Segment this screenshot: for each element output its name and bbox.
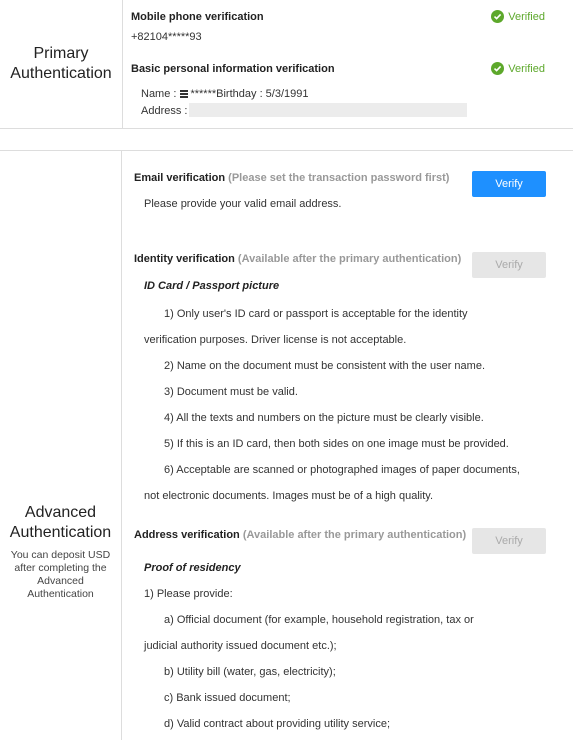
address-item-a: a) Official document (for example, house…	[164, 614, 474, 626]
address-verification-title: Address verification	[134, 529, 240, 541]
identity-verify-button[interactable]: Verify	[472, 252, 546, 278]
address-verification-note: (Available after the primary authenticat…	[242, 529, 467, 541]
address-label: Address :	[141, 105, 188, 117]
identity-verification-title: Identity verification	[134, 253, 235, 265]
primary-authentication-section: Primary Authentication Mobile phone veri…	[0, 0, 573, 129]
address-verify-button[interactable]: Verify	[472, 528, 546, 554]
mobile-verified-text: Verified	[508, 10, 545, 23]
mobile-verified-badge: Verified	[491, 10, 545, 23]
email-verify-button[interactable]: Verify	[472, 171, 546, 197]
primary-authentication-content: Mobile phone verification Verified +8210…	[123, 0, 573, 128]
email-verification-heading: Email verification (Please set the trans…	[134, 172, 449, 184]
basic-info-title: Basic personal information verification	[131, 63, 335, 75]
email-desc: Please provide your valid email address.	[144, 198, 342, 210]
advanced-subtitle: You can deposit USD after completing the…	[10, 549, 111, 600]
address-item-d: d) Valid contract about providing utilit…	[164, 718, 391, 730]
address-item-a2: judicial authority issued document etc.)…	[144, 640, 337, 652]
identity-item-2: 2) Name on the document must be consiste…	[164, 360, 485, 372]
email-verification-title: Email verification	[134, 172, 226, 184]
address-item-c: c) Bank issued document;	[164, 692, 291, 704]
identity-item-1b: verification purposes. Driver license is…	[144, 334, 407, 346]
identity-verification-note: (Available after the primary authenticat…	[237, 253, 462, 265]
address-item-b: b) Utility bill (water, gas, electricity…	[164, 666, 336, 678]
identity-item-6b: not electronic documents. Images must be…	[144, 490, 434, 502]
name-masked: ******	[190, 88, 217, 100]
mobile-number: +82104*****93	[131, 31, 202, 43]
basic-verified-badge: Verified	[491, 62, 545, 75]
advanced-authentication-content: Email verification (Please set the trans…	[123, 151, 573, 740]
primary-authentication-label: Primary Authentication	[0, 0, 123, 128]
address-item-1: 1) Please provide:	[144, 588, 233, 600]
primary-title-line1: Primary	[33, 45, 89, 62]
identity-item-6: 6) Acceptable are scanned or photographe…	[164, 464, 520, 476]
birthday-text: Birthday : 5/3/1991	[216, 88, 309, 100]
mobile-verification-title: Mobile phone verification	[131, 11, 264, 23]
identity-item-4: 4) All the texts and numbers on the pict…	[164, 412, 484, 424]
check-circle-icon	[491, 10, 505, 23]
advanced-title-line2: Authentication	[9, 524, 112, 541]
identity-verification-heading: Identity verification (Available after t…	[134, 253, 461, 265]
advanced-authentication-section: Advanced Authentication You can deposit …	[0, 150, 573, 740]
identity-item-3: 3) Document must be valid.	[164, 386, 298, 398]
basic-verified-text: Verified	[508, 62, 545, 75]
email-verification-note: (Please set the transaction password fir…	[228, 172, 450, 184]
advanced-title-line1: Advanced	[24, 504, 97, 521]
primary-title-line2: Authentication	[10, 65, 112, 82]
name-label: Name :	[141, 88, 177, 100]
address-redacted	[189, 103, 467, 117]
address-verification-heading: Address verification (Available after th…	[134, 529, 466, 541]
name-birthday-row: Name : ****** Birthday : 5/3/1991	[141, 88, 309, 100]
identity-item-1: 1) Only user's ID card or passport is ac…	[164, 308, 468, 320]
address-subtitle: Proof of residency	[144, 562, 241, 574]
identity-item-5: 5) If this is an ID card, then both side…	[164, 438, 509, 450]
identity-subtitle: ID Card / Passport picture	[144, 280, 280, 292]
flag-icon	[180, 90, 189, 98]
check-circle-icon	[491, 62, 505, 75]
advanced-authentication-label: Advanced Authentication You can deposit …	[0, 151, 122, 740]
